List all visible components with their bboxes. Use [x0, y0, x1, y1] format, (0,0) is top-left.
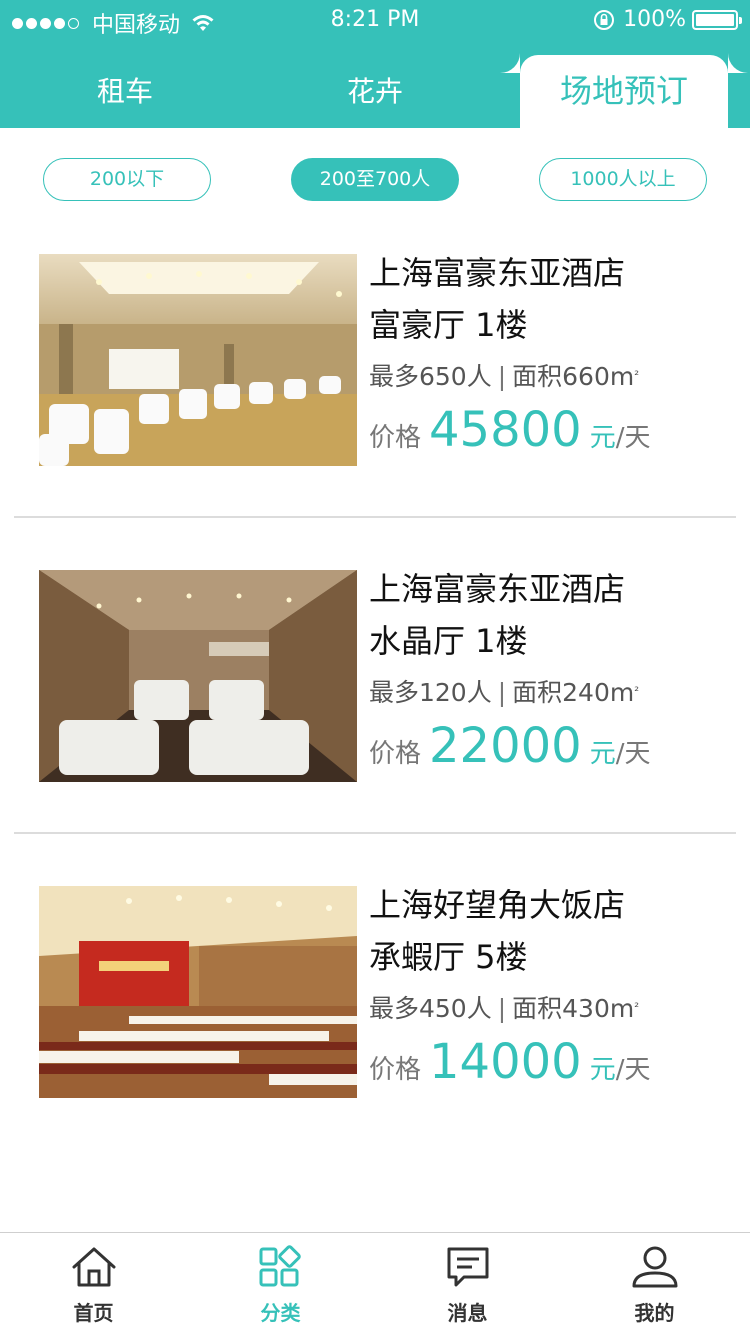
- price-amount: 22000: [429, 718, 582, 774]
- list-divider: [14, 516, 736, 518]
- venue-area: 面积430m: [512, 994, 635, 1023]
- price-amount: 45800: [429, 402, 582, 458]
- status-bar: 中国移动 8:21 PM 100%: [0, 0, 750, 40]
- venue-meta: 最多650人 | 面积660m²: [369, 362, 640, 391]
- price-period: /天: [615, 739, 651, 769]
- price-period: /天: [615, 423, 651, 453]
- rotation-lock-icon: [594, 9, 615, 30]
- capacity-filters: 200以下 200至700人 1000人以上: [0, 158, 750, 202]
- venue-area: 面积240m: [512, 678, 635, 707]
- venue-photo: [39, 254, 357, 466]
- nav-profile[interactable]: 我的: [561, 1233, 748, 1334]
- price-label: 价格: [369, 423, 422, 453]
- venue-card[interactable]: 上海好望角大饭店 承蝦厅 5楼 最多450人 | 面积430m² 价格 14000 元/…: [0, 886, 750, 1136]
- battery-percent: 100%: [623, 7, 686, 32]
- status-right: 100%: [593, 7, 742, 32]
- venue-meta: 最多450人 | 面积430m²: [369, 994, 640, 1023]
- profile-icon: [632, 1246, 677, 1288]
- tab-car-rental[interactable]: 租车: [0, 55, 250, 128]
- filter-200-to-700[interactable]: 200至700人: [291, 158, 459, 201]
- price-amount: 14000: [429, 1034, 582, 1090]
- venue-hall: 水晶厅 1楼: [369, 622, 528, 660]
- header: 中国移动 8:21 PM 100% 租车 花卉 场地预订: [0, 0, 750, 128]
- venue-hall: 富豪厅 1楼: [369, 306, 528, 344]
- area-unit-sup: ²: [634, 368, 640, 382]
- venue-name: 上海好望角大饭店: [369, 886, 626, 924]
- filter-over-1000[interactable]: 1000人以上: [539, 158, 707, 201]
- nav-home[interactable]: 首页: [0, 1233, 187, 1334]
- list-divider: [14, 832, 736, 834]
- price-currency: 元: [589, 1055, 616, 1085]
- nav-category-label: 分类: [260, 1301, 301, 1325]
- venue-capacity: 最多450人: [369, 994, 492, 1023]
- venue-photo: [39, 570, 357, 782]
- venue-photo: [39, 886, 357, 1098]
- venue-card[interactable]: 上海富豪东亚酒店 富豪厅 1楼 最多650人 | 面积660m² 价格 45800 元/…: [0, 254, 750, 504]
- venue-hall: 承蝦厅 5楼: [369, 938, 528, 976]
- price-period: /天: [615, 1055, 651, 1085]
- venue-price: 价格 14000 元/天: [369, 1034, 739, 1098]
- nav-profile-label: 我的: [634, 1301, 675, 1325]
- price-currency: 元: [589, 423, 616, 453]
- price-currency: 元: [589, 739, 616, 769]
- venue-name: 上海富豪东亚酒店: [369, 254, 626, 292]
- nav-messages-label: 消息: [447, 1301, 488, 1325]
- price-label: 价格: [369, 1055, 422, 1085]
- venue-area: 面积660m: [512, 362, 635, 391]
- venue-info: 上海富豪东亚酒店 水晶厅 1楼 最多120人 | 面积240m² 价格 22000 元/…: [369, 570, 739, 782]
- nav-category[interactable]: 分类: [187, 1233, 374, 1334]
- venue-card[interactable]: 上海富豪东亚酒店 水晶厅 1楼 最多120人 | 面积240m² 价格 22000 元/…: [0, 570, 750, 820]
- venue-name: 上海富豪东亚酒店: [369, 570, 626, 608]
- venue-price: 价格 22000 元/天: [369, 718, 739, 782]
- category-icon: [259, 1245, 301, 1287]
- area-unit-sup: ²: [634, 684, 640, 698]
- message-icon: [447, 1247, 488, 1287]
- nav-messages[interactable]: 消息: [374, 1233, 561, 1334]
- bottom-nav: 首页 分类 消息 我的: [0, 1232, 750, 1334]
- area-unit-sup: ²: [634, 1000, 640, 1014]
- tab-flowers[interactable]: 花卉: [250, 55, 500, 128]
- venue-info: 上海富豪东亚酒店 富豪厅 1楼 最多650人 | 面积660m² 价格 45800 元/…: [369, 254, 739, 466]
- nav-home-label: 首页: [73, 1301, 114, 1325]
- venue-info: 上海好望角大饭店 承蝦厅 5楼 最多450人 | 面积430m² 价格 14000 元/…: [369, 886, 739, 1098]
- top-tabs: 租车 花卉 场地预订: [0, 55, 750, 128]
- battery-icon: [692, 9, 742, 30]
- venue-capacity: 最多120人: [369, 678, 492, 707]
- home-icon: [72, 1247, 115, 1287]
- venue-meta: 最多120人 | 面积240m²: [369, 678, 640, 707]
- filter-under-200[interactable]: 200以下: [43, 158, 211, 201]
- tab-venue-booking[interactable]: 场地预订: [520, 55, 728, 128]
- venue-capacity: 最多650人: [369, 362, 492, 391]
- venue-price: 价格 45800 元/天: [369, 402, 739, 466]
- price-label: 价格: [369, 739, 422, 769]
